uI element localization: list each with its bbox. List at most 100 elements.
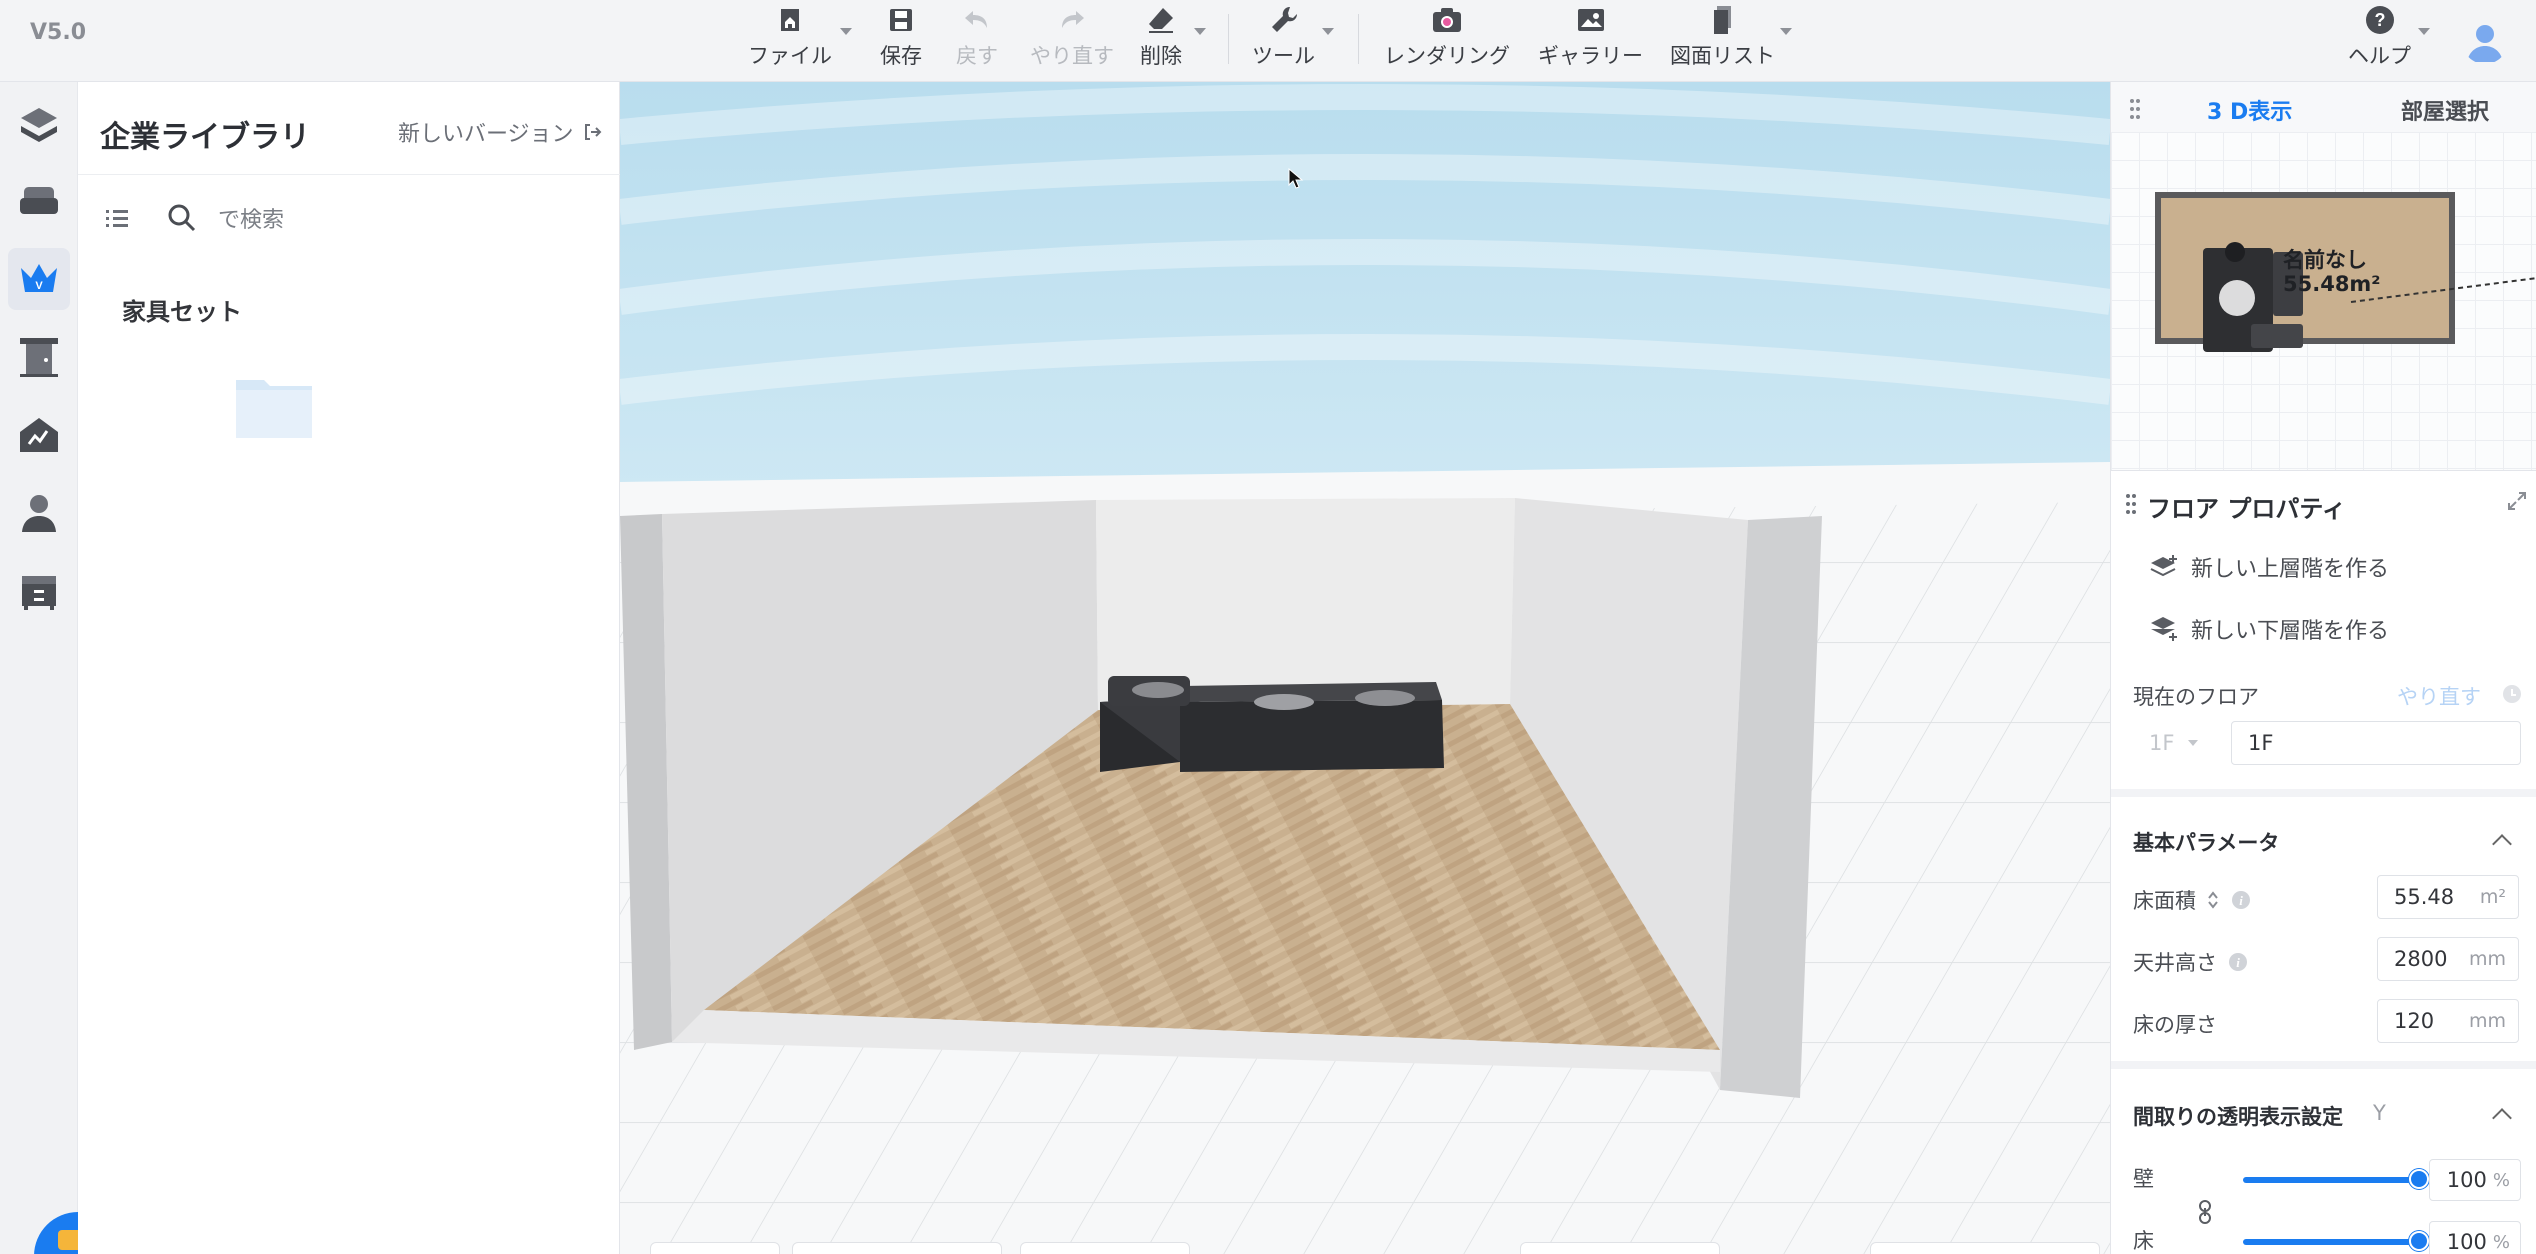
floor-percent-input[interactable]: 100 % [2429,1221,2521,1254]
redo-label: やり直す [1030,44,1114,68]
new-version-link[interactable]: 新しいバージョン [398,116,602,148]
cabinet-icon [22,576,56,610]
new-lower-floor-button[interactable]: 新しい下層階を作る [2149,613,2389,645]
svg-text:i: i [2236,955,2240,970]
save-icon [882,4,920,36]
floor-name-input[interactable]: 1F [2231,721,2521,765]
room-name: 名前なし [2283,248,2367,272]
list-view-icon[interactable] [104,206,130,236]
floor-slider-thumb[interactable] [2409,1231,2429,1251]
transparency-shortcut: Y [2373,1101,2386,1125]
tab-room-select[interactable]: 部屋選択 [2401,94,2489,126]
link-icon[interactable] [2197,1199,2213,1225]
floor-thickness-input[interactable]: 120 mm [2377,999,2519,1043]
chevron-up-icon[interactable] [2492,1108,2512,1128]
folder-icon[interactable] [234,370,314,444]
wall-slider-thumb[interactable] [2409,1169,2429,1189]
door-icon [20,338,58,377]
floor-select[interactable]: 1F [2133,721,2223,765]
tools-menu-button[interactable]: ツール [1252,4,1315,70]
rail-furniture-button[interactable] [8,170,70,232]
floor-thickness-value: 120 [2394,1009,2435,1033]
ceiling-height-input[interactable]: 2800 mm [2377,937,2519,981]
wall-percent-value: 100 [2446,1168,2487,1192]
info-icon[interactable]: i [2227,951,2249,973]
file-menu-label: ファイル [748,44,832,68]
render-button[interactable]: レンダリング [1384,4,1510,70]
3d-scene[interactable] [620,82,2110,1254]
drag-handle-icon[interactable] [2125,493,2137,515]
wall-slider[interactable] [2243,1177,2419,1183]
section-divider [2111,1061,2536,1069]
drawing-list-button[interactable]: 図面リスト [1670,4,1775,70]
viewport-tab[interactable] [650,1242,780,1254]
exit-icon [584,124,601,140]
expand-icon[interactable] [2507,491,2527,511]
version-label: V5.0 [30,20,86,45]
library-search-input[interactable] [218,200,598,240]
floor-thickness-label: 床の厚さ [2133,1013,2217,1037]
save-button[interactable]: 保存 [880,4,922,70]
user-avatar[interactable] [2462,18,2508,64]
left-icon-rail: V [0,82,78,1254]
help-button[interactable]: ? ヘルプ [2348,4,2411,70]
chevron-down-icon[interactable] [1322,28,1334,35]
sofa-model[interactable] [1100,676,1444,772]
ceiling-height-unit: mm [2468,948,2506,970]
viewport-tab[interactable] [1020,1242,1190,1254]
chevron-down-icon[interactable] [840,28,852,35]
rail-house-button[interactable] [8,404,70,466]
ceiling-height-value: 2800 [2394,947,2448,971]
floor-area-value: 55.48 [2394,885,2455,909]
info-icon[interactable]: i [2230,889,2252,911]
viewport-tab[interactable] [792,1242,1002,1254]
sofa-icon [20,187,58,214]
chevron-up-icon[interactable] [2492,834,2512,854]
wall-percent-input[interactable]: 100 % [2429,1159,2521,1201]
rail-person-button[interactable] [8,482,70,544]
house-icon [20,418,58,452]
right-panel: 3 D表示 部屋選択 名前なし 55.48m² フロア プロパティ 新しい上層階… [2110,82,2536,1254]
floor-props-title: フロア プロパティ [2147,495,2346,523]
rail-enterprise-button[interactable]: V [8,248,70,310]
sort-icon[interactable] [2206,889,2220,911]
view-tabs: 3 D表示 部屋選択 [2111,82,2536,132]
gallery-button[interactable]: ギャラリー [1538,4,1643,70]
save-label: 保存 [880,44,922,68]
rail-cabinet-button[interactable] [8,560,70,622]
rail-door-button[interactable] [8,326,70,388]
floor-area-input[interactable]: 55.48 m² [2377,875,2519,919]
help-icon: ? [2361,4,2399,36]
library-panel: 企業ライブラリ 新しいバージョン 家具セット [78,82,620,1254]
chevron-down-icon[interactable] [2418,28,2430,35]
new-upper-floor-button[interactable]: 新しい上層階を作る [2149,551,2389,583]
file-menu-button[interactable]: ファイル [748,4,832,70]
3d-viewport[interactable] [620,82,2110,1254]
chevron-down-icon[interactable] [1194,28,1206,35]
svg-text:?: ? [2374,10,2385,30]
undo-label: 戻す [956,44,998,68]
rail-structure-button[interactable] [8,94,70,156]
add-floor-up-icon [2150,555,2177,577]
home-icon [771,4,809,36]
new-lower-floor-label: 新しい下層階を作る [2191,619,2390,644]
undo-button[interactable]: 戻す [956,4,998,70]
crown-icon: V [21,264,57,292]
search-icon[interactable] [166,202,198,238]
wrench-icon [1265,4,1303,36]
tab-3d-view[interactable]: 3 D表示 [2207,94,2292,126]
section-divider [2111,789,2536,797]
image-icon [1572,4,1610,36]
drag-handle-icon[interactable] [2129,98,2141,120]
viewport-tab[interactable] [1520,1242,1720,1254]
delete-button[interactable]: 削除 [1140,4,1182,70]
redo-link[interactable]: やり直す [2397,681,2481,711]
delete-label: 削除 [1140,44,1182,68]
floor-slider[interactable] [2243,1239,2419,1245]
floor-properties-panel: フロア プロパティ 新しい上層階を作る 新しい下層階を作る 現在のフロア やり直… [2111,470,2536,1254]
gallery-label: ギャラリー [1538,44,1643,68]
viewport-tab[interactable] [1870,1242,2100,1254]
redo-button[interactable]: やり直す [1030,4,1114,70]
floor-label: 床 [2133,1229,2154,1253]
chevron-down-icon[interactable] [1780,28,1792,35]
